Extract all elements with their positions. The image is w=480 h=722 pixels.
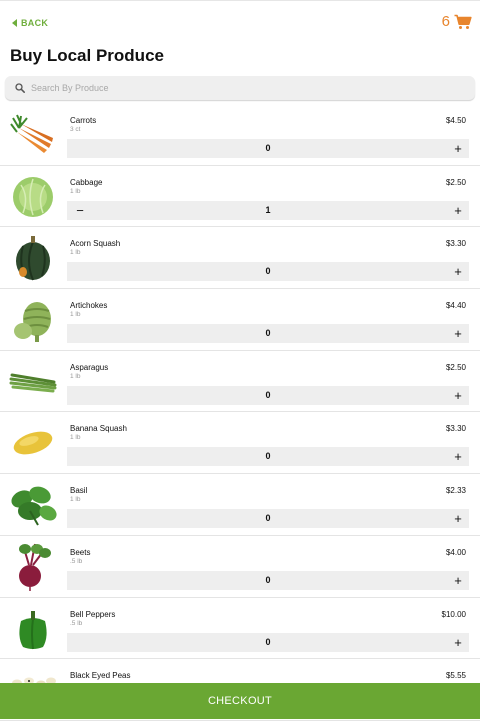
banana-squash-image: [8, 420, 58, 466]
list-item: Acorn Squash 1 lb $3.30 0 +: [0, 227, 480, 290]
asparagus-image: [8, 359, 58, 405]
quantity-value: 0: [265, 451, 271, 462]
produce-list: Carrots 3 ct $4.50 0 + Cabbage 1 lb $2.5…: [0, 104, 480, 721]
item-unit: 1 lb: [70, 434, 81, 442]
item-name: Carrots: [70, 116, 97, 125]
list-item: Carrots 3 ct $4.50 0 +: [0, 104, 480, 166]
item-unit: 3 ct: [70, 126, 81, 133]
quantity-value: 0: [265, 574, 271, 585]
list-item: Cabbage 1 lb $2.50 − 1 +: [0, 166, 480, 228]
increment-button[interactable]: +: [451, 509, 465, 528]
increment-button[interactable]: +: [451, 447, 465, 466]
quantity-stepper: 0 +: [67, 509, 469, 529]
acorn-squash-image: [8, 235, 58, 281]
increment-button[interactable]: +: [451, 633, 465, 652]
increment-button[interactable]: +: [451, 201, 465, 220]
item-unit: 1 lb: [70, 372, 81, 380]
quantity-stepper: − 1 +: [67, 200, 469, 220]
item-price: $4.00: [445, 547, 466, 557]
item-unit: 1 lb: [70, 496, 81, 504]
item-unit: .5 lb: [70, 619, 83, 627]
quantity-value: 0: [265, 143, 271, 153]
item-name: Basil: [70, 486, 88, 496]
quantity-value: 0: [265, 266, 271, 277]
item-unit: .5 lb: [70, 557, 83, 565]
quantity-stepper: 0 +: [67, 262, 469, 282]
item-price: $2.33: [445, 486, 466, 496]
back-arrow-icon: [12, 19, 17, 27]
quantity-stepper: 0 +: [67, 385, 469, 405]
page-title: Buy Local Produce: [10, 46, 164, 65]
back-label: BACK: [21, 18, 49, 28]
list-item: Bell Peppers .5 lb $10.00 0 +: [0, 598, 480, 660]
item-name: Artichokes: [70, 301, 108, 311]
cart-count: 6: [441, 13, 450, 30]
item-price: $4.40: [445, 301, 466, 311]
back-button[interactable]: BACK: [12, 18, 48, 28]
item-price: $2.50: [445, 362, 466, 372]
item-name: Bell Peppers: [70, 609, 116, 619]
quantity-stepper: 0 +: [67, 632, 469, 652]
quantity-value: 0: [265, 636, 271, 647]
quantity-stepper: 0 +: [67, 139, 469, 158]
carrots-image: [8, 112, 58, 158]
artichoke-image: [8, 297, 58, 343]
increment-button[interactable]: +: [451, 571, 465, 590]
checkout-button[interactable]: CHECKOUT: [0, 683, 480, 719]
item-unit: 1 lb: [70, 187, 81, 195]
cabbage-image: [8, 174, 58, 220]
item-name: Black Eyed Peas: [70, 671, 131, 681]
item-price: $3.30: [445, 239, 466, 249]
search-icon: [15, 83, 25, 93]
item-price: $4.50: [445, 116, 466, 125]
cart-button[interactable]: 6: [442, 13, 472, 30]
quantity-value: 0: [265, 328, 271, 339]
item-name: Beets: [70, 547, 91, 557]
increment-button[interactable]: +: [451, 139, 465, 158]
quantity-stepper: 0 +: [67, 324, 469, 344]
item-name: Cabbage: [70, 177, 103, 187]
item-price: $10.00: [441, 609, 466, 619]
beets-image: [8, 543, 58, 591]
list-item: Artichokes 1 lb $4.40 0 +: [0, 289, 480, 351]
search-input[interactable]: [31, 83, 451, 93]
top-bar: BACK 6: [0, 0, 480, 44]
shopping-cart-icon: [454, 14, 472, 29]
item-name: Asparagus: [70, 362, 109, 372]
list-item: Banana Squash 1 lb $3.30 0 +: [0, 412, 480, 475]
quantity-value: 0: [265, 389, 271, 400]
list-item: Asparagus 1 lb $2.50 0 +: [0, 351, 480, 413]
increment-button[interactable]: +: [451, 386, 465, 405]
quantity-stepper: 0 +: [67, 447, 469, 467]
item-price: $5.55: [445, 671, 466, 681]
increment-button[interactable]: +: [451, 262, 465, 281]
quantity-value: 0: [265, 513, 271, 524]
list-item: Beets .5 lb $4.00 0 +: [0, 536, 480, 598]
item-name: Acorn Squash: [70, 239, 121, 249]
search-bar[interactable]: [5, 76, 475, 100]
list-item: Basil 1 lb $2.33 0 +: [0, 474, 480, 536]
item-unit: 1 lb: [70, 249, 81, 257]
quantity-stepper: 0 +: [67, 570, 469, 590]
basil-image: [8, 482, 58, 528]
increment-button[interactable]: +: [451, 324, 465, 343]
item-unit: 1 lb: [70, 311, 81, 319]
item-price: $2.50: [445, 177, 466, 187]
item-price: $3.30: [445, 424, 466, 434]
item-name: Banana Squash: [70, 424, 127, 434]
quantity-value: 1: [265, 204, 271, 215]
bell-pepper-image: [8, 606, 58, 652]
